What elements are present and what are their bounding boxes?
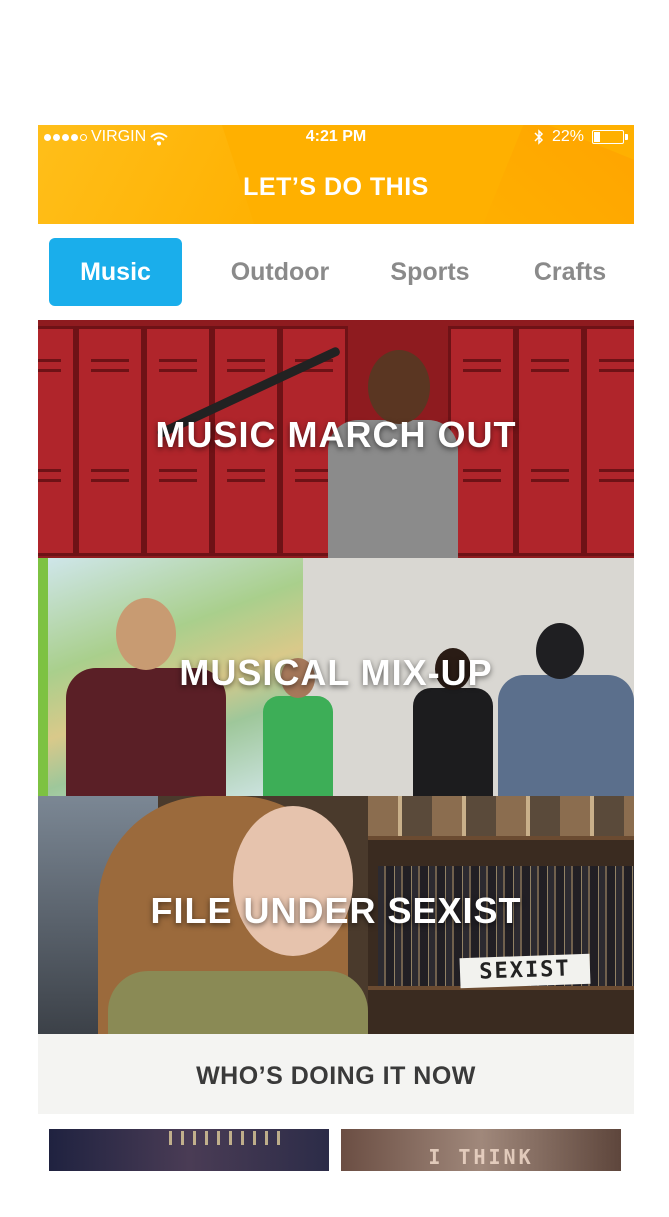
app-header: VIRGIN 4:21 PM 22% LET’S DO THIS [38, 125, 634, 224]
tab-outdoor[interactable]: Outdoor [212, 238, 348, 306]
tab-sports[interactable]: Sports [370, 238, 490, 306]
whos-doing-it-now-section: WHO’S DOING IT NOW [38, 1034, 634, 1114]
battery-icon [592, 130, 628, 144]
app-screen: VIRGIN 4:21 PM 22% LET’S DO THIS Music O… [38, 125, 634, 1171]
activity-card-file-under-sexist[interactable]: SEXIST FILE UNDER SEXIST [38, 796, 634, 1034]
status-right: 22% [534, 125, 628, 149]
category-tabs: Music Outdoor Sports Crafts [38, 224, 634, 320]
activity-card-musical-mix-up[interactable]: MUSICAL MIX-UP [38, 558, 634, 796]
page-title: LET’S DO THIS [243, 173, 429, 201]
user-photo-thumbnail[interactable]: I THINK [341, 1129, 621, 1171]
status-bar: VIRGIN 4:21 PM 22% [38, 125, 634, 149]
thumbnail-text: I THINK [428, 1145, 534, 1169]
sign-label: SEXIST [459, 953, 591, 989]
card-title: FILE UNDER SEXIST [150, 890, 522, 931]
battery-percent: 22% [551, 128, 584, 145]
tab-music[interactable]: Music [49, 238, 182, 306]
tab-crafts[interactable]: Crafts [516, 238, 624, 306]
activity-card-music-march-out[interactable]: MUSIC MARCH OUT [38, 320, 634, 558]
section-heading: WHO’S DOING IT NOW [196, 1062, 476, 1090]
card-title: MUSIC MARCH OUT [155, 414, 517, 455]
card-title: MUSICAL MIX-UP [179, 652, 493, 693]
bluetooth-icon [534, 129, 544, 145]
user-photo-thumbnail[interactable] [49, 1129, 329, 1171]
